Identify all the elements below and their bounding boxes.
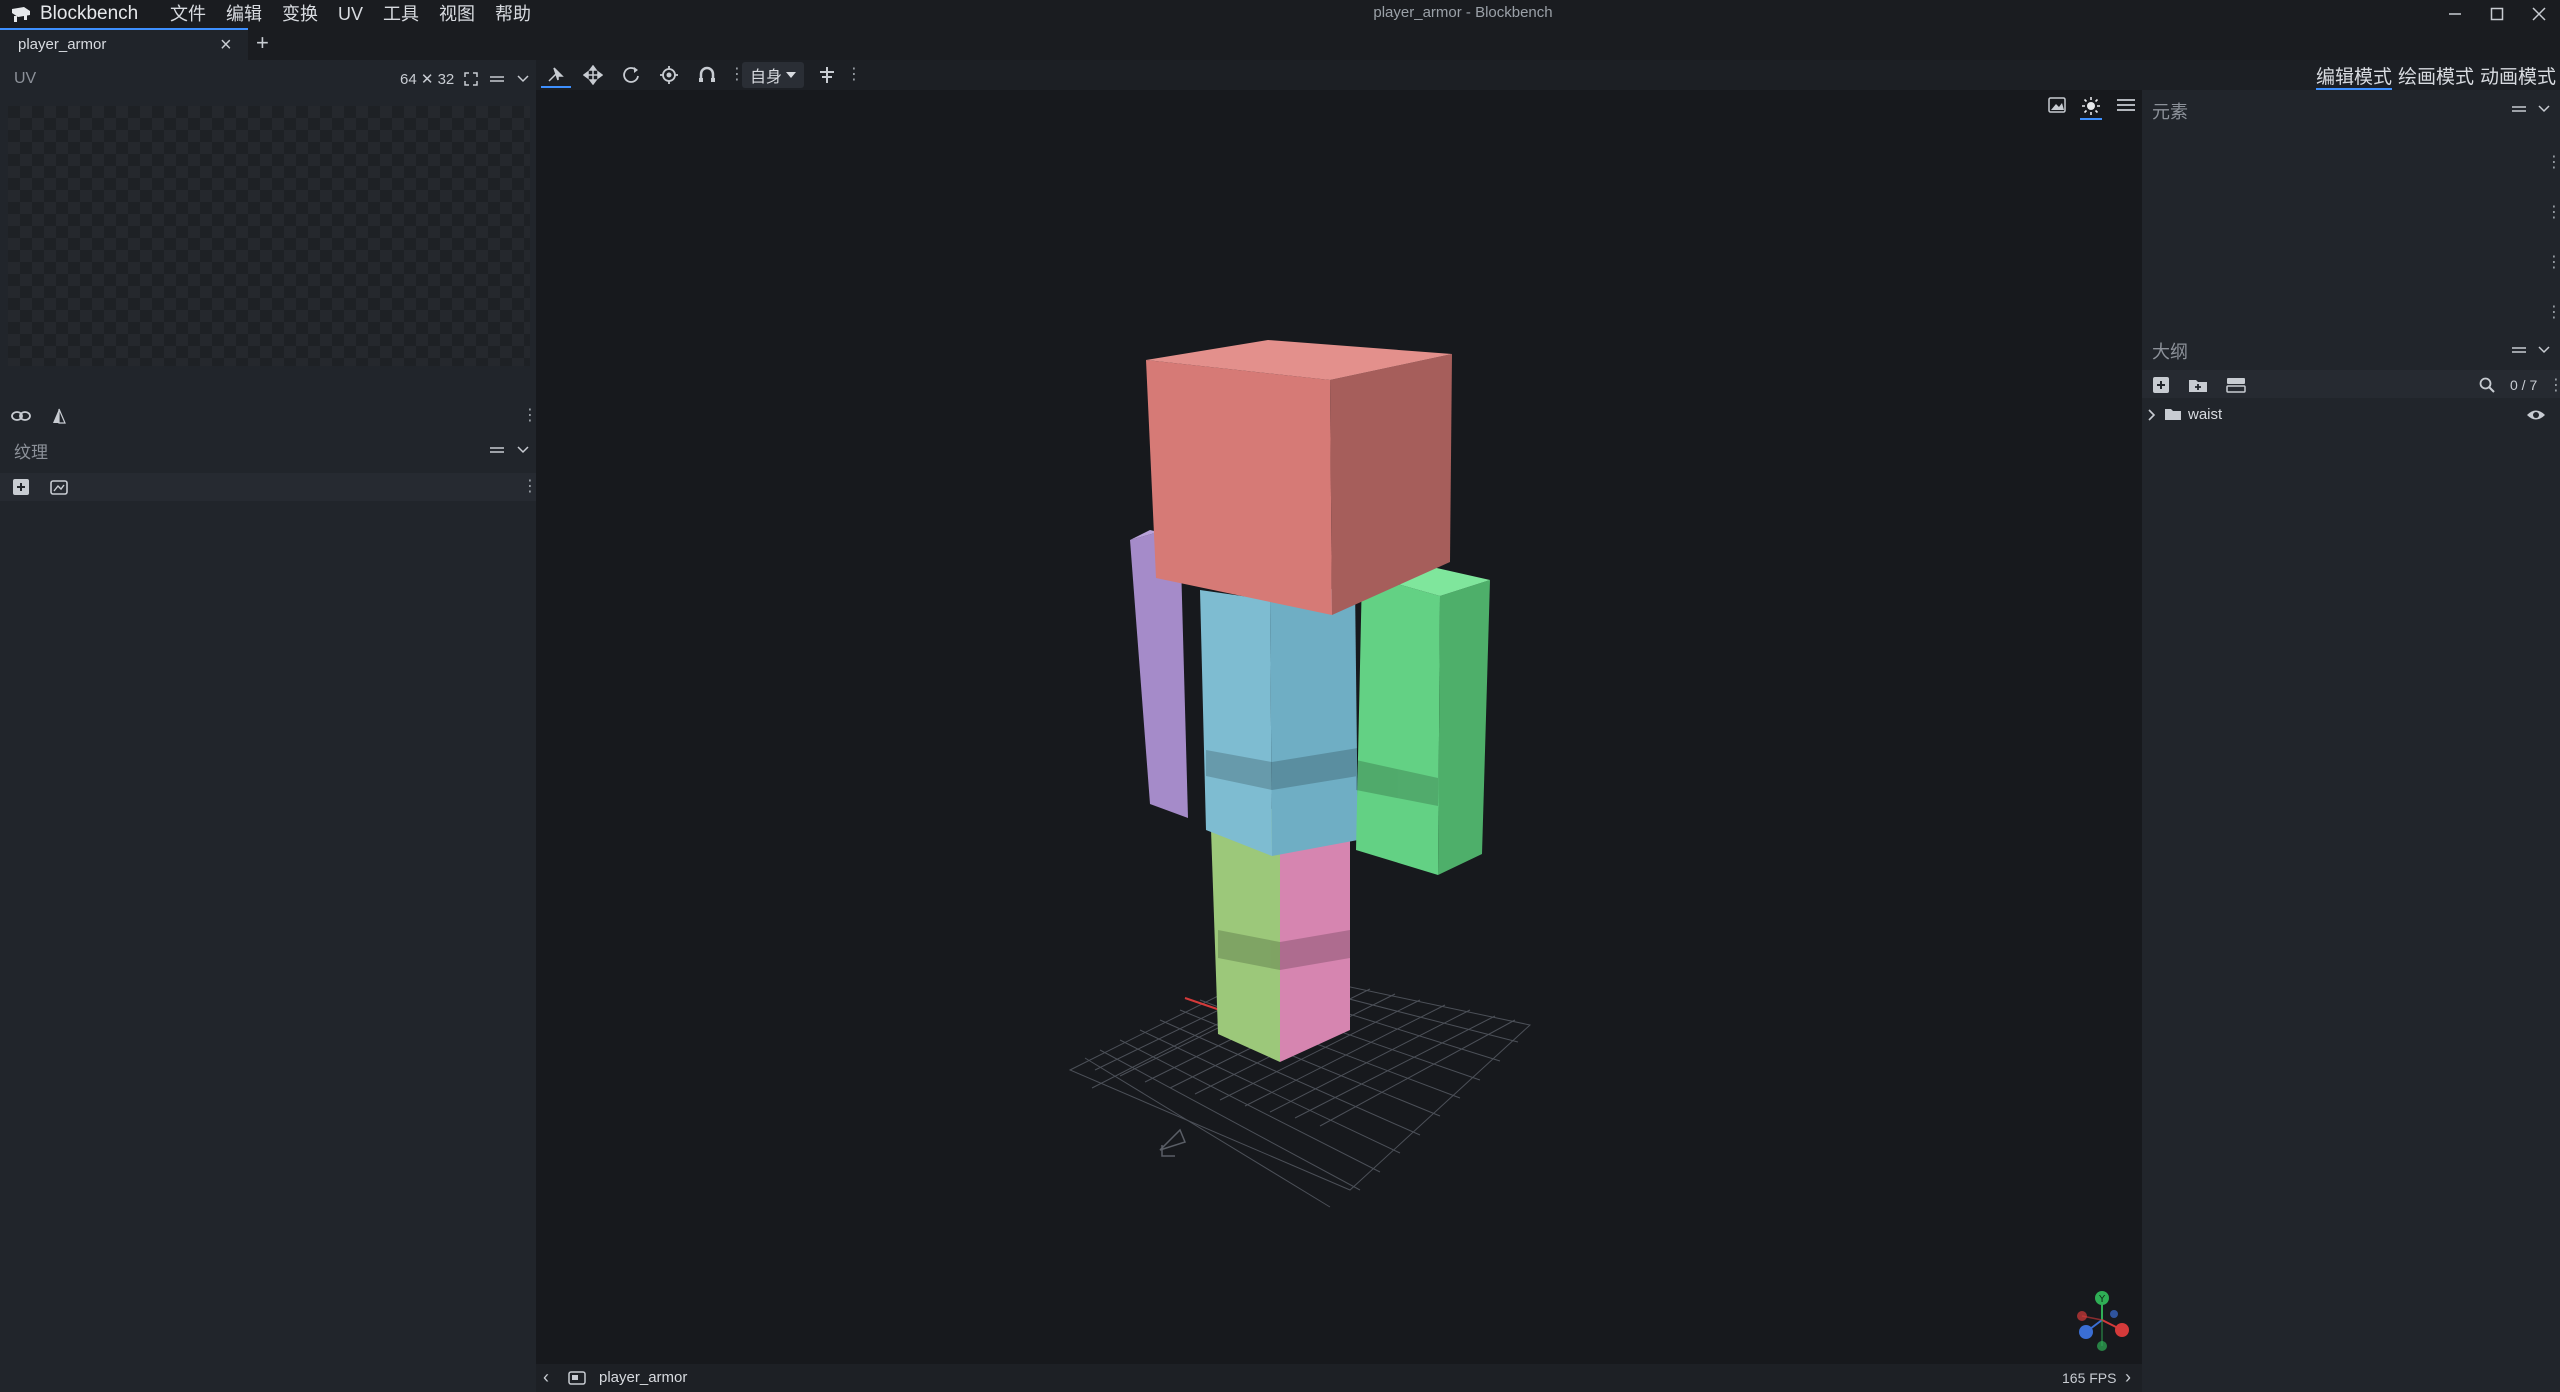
tab-paint-mode[interactable]: 绘画模式: [2398, 62, 2474, 88]
z-axis-icon[interactable]: [2079, 1325, 2093, 1339]
uv-panel-title: UV: [14, 70, 37, 87]
outliner-item-label: waist: [2188, 406, 2223, 423]
close-icon[interactable]: ×: [220, 34, 232, 57]
head: [1146, 340, 1452, 615]
chevron-right-icon[interactable]: [2148, 409, 2156, 421]
menu-tools[interactable]: 工具: [373, 3, 429, 25]
maximize-icon: [2490, 7, 2504, 21]
add-group-icon[interactable]: [2187, 374, 2209, 396]
texture-toolbar: [0, 473, 536, 501]
more-options-icon[interactable]: ⋮: [2548, 375, 2560, 395]
screenshot-icon[interactable]: [2046, 94, 2068, 116]
x-axis-icon[interactable]: [2115, 1323, 2129, 1337]
more-options-icon[interactable]: ⋮: [2546, 202, 2560, 222]
tab-edit-mode[interactable]: 编辑模式: [2316, 62, 2393, 90]
minimize-icon: [2449, 13, 2461, 15]
close-window-button[interactable]: [2518, 0, 2560, 28]
tab-player-armor[interactable]: player_armor ×: [0, 28, 248, 60]
tab-bar: [0, 28, 2560, 60]
lighting-icon[interactable]: [2080, 94, 2102, 120]
menu-bar: 文件 编辑 变换 UV 工具 视图 帮助: [160, 3, 541, 25]
minimize-button[interactable]: [2434, 0, 2476, 28]
vertex-snap-button[interactable]: [692, 62, 722, 88]
more-options-icon[interactable]: ⋮: [846, 64, 862, 84]
chevron-left-icon[interactable]: ‹: [543, 1367, 549, 1388]
app-name: Blockbench: [40, 3, 139, 24]
move-tool-button[interactable]: [578, 62, 608, 88]
texture-panel-title: 纹理: [14, 443, 48, 462]
fps-counter: 165 FPS: [2062, 1370, 2117, 1386]
uv-editor-canvas[interactable]: [8, 106, 530, 366]
search-icon[interactable]: [2476, 374, 2498, 396]
rotate-icon: [623, 67, 639, 83]
elements-panel-title: 元素: [2152, 102, 2188, 122]
folder-icon: [2165, 409, 2181, 420]
mirror-icon[interactable]: [48, 405, 70, 427]
tab-label: player_armor: [18, 36, 107, 53]
menu-view[interactable]: 视图: [429, 3, 485, 25]
outliner-count: 0 / 7: [2510, 377, 2538, 393]
app-logo: Blockbench: [10, 3, 138, 25]
uv-size-label[interactable]: 64 ✕ 32: [400, 70, 454, 88]
center-tool-button[interactable]: [812, 62, 842, 88]
pivot-tool-button[interactable]: [654, 62, 684, 88]
chevron-down-icon[interactable]: [512, 439, 534, 461]
transform-space-dropdown[interactable]: 自身: [742, 62, 804, 88]
outliner-panel-title: 大纲: [2152, 342, 2188, 362]
project-icon: [566, 1367, 588, 1389]
menu-edit[interactable]: 编辑: [216, 3, 272, 25]
collapse-groups-icon[interactable]: [2225, 374, 2247, 396]
chevron-right-icon[interactable]: ›: [2125, 1367, 2131, 1388]
axis-gizmo[interactable]: Y: [2060, 1286, 2130, 1356]
right-panel: [2142, 90, 2560, 1392]
magnet-icon: [699, 66, 715, 82]
chevron-down-icon[interactable]: [2533, 339, 2555, 361]
add-cube-icon[interactable]: [2150, 374, 2172, 396]
blockbench-logo-icon: [12, 7, 30, 22]
rotate-tool-button[interactable]: [616, 62, 646, 88]
outliner-item-waist[interactable]: waist: [2142, 402, 2560, 428]
fullscreen-icon[interactable]: [460, 68, 482, 90]
panel-menu-icon[interactable]: [486, 68, 508, 90]
menu-file[interactable]: 文件: [160, 3, 216, 25]
menu-uv[interactable]: UV: [328, 3, 373, 25]
center-icon: [820, 67, 834, 83]
x-axis-line: [1184, 997, 1221, 1011]
viewport-menu-icon[interactable]: [2115, 94, 2137, 116]
tab-animate-mode[interactable]: 动画模式: [2480, 62, 2556, 88]
select-tool-button[interactable]: [541, 62, 571, 88]
panel-menu-icon[interactable]: [486, 439, 508, 461]
link-icon[interactable]: [10, 405, 32, 427]
status-project-name: player_armor: [599, 1369, 688, 1386]
maximize-button[interactable]: [2476, 0, 2518, 28]
add-texture-icon[interactable]: [10, 476, 32, 498]
north-indicator-icon: [1159, 1128, 1187, 1157]
eye-icon[interactable]: [2526, 408, 2546, 422]
svg-text:Y: Y: [2098, 1294, 2106, 1305]
torso: [1200, 585, 1358, 856]
move-icon: [583, 65, 603, 85]
more-options-icon[interactable]: ⋮: [2546, 302, 2560, 322]
status-bar: [536, 1364, 2142, 1392]
transform-space-label: 自身: [749, 69, 782, 86]
menu-transform[interactable]: 变换: [272, 3, 328, 25]
chevron-down-icon[interactable]: [512, 68, 534, 90]
right-arm: [1356, 562, 1490, 875]
caret-down-icon: [786, 72, 796, 78]
more-options-icon[interactable]: ⋮: [2546, 252, 2560, 272]
3d-model-view: [1068, 340, 1532, 1208]
panel-menu-icon[interactable]: [2508, 339, 2530, 361]
menu-help[interactable]: 帮助: [485, 3, 541, 25]
select-tool-icon: [548, 67, 564, 82]
close-icon: [2532, 7, 2546, 21]
import-texture-icon[interactable]: [48, 476, 70, 498]
panel-menu-icon[interactable]: [2508, 98, 2530, 120]
pivot-icon: [660, 66, 678, 84]
chevron-down-icon[interactable]: [2533, 98, 2555, 120]
add-tab-button[interactable]: +: [256, 30, 269, 56]
more-options-icon[interactable]: ⋮: [2546, 152, 2560, 172]
